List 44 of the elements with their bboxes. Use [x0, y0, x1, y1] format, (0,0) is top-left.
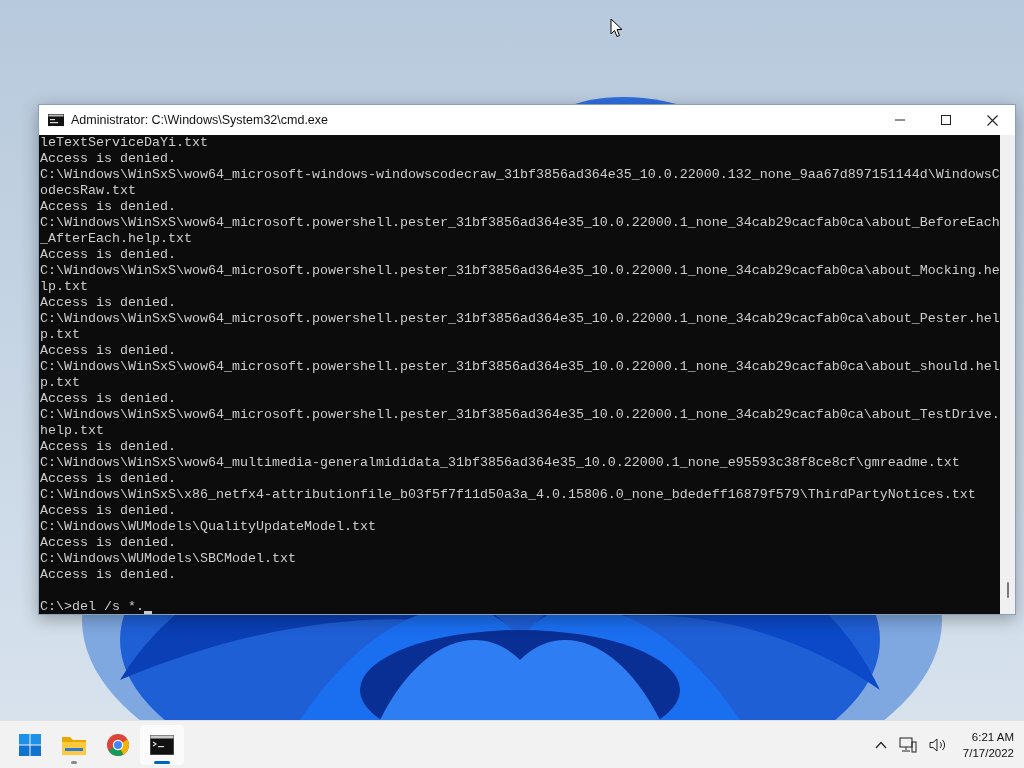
start-icon	[19, 733, 41, 756]
console-line: Access is denied.	[40, 151, 176, 167]
console-line: C:\Windows\WinSxS\wow64_microsoft.powershell.pester_31bf3856ad364e35_10.0.22000.1_none_34cab29cacfab0ca\about_Pester.hel	[40, 311, 1000, 327]
console-line: C:\Windows\WUModels\SBCModel.txt	[40, 551, 296, 567]
mouse-pointer-icon	[610, 18, 623, 38]
console-line: C:\Windows\WUModels\QualityUpdateModel.txt	[40, 519, 376, 535]
console-line: C:\Windows\WinSxS\wow64_multimedia-generalmididata_31bf3856ad364e35_10.0.22000.1_none_e95593c38f8ce8cf\gmreadme.txt	[40, 455, 960, 471]
console-line: Access is denied.	[40, 535, 176, 551]
console-line: _AfterEach.help.txt	[40, 231, 192, 247]
console-line: Access is denied.	[40, 295, 176, 311]
console-line: odecsRaw.txt	[40, 183, 136, 199]
running-indicator	[71, 760, 77, 764]
terminal-icon	[48, 114, 64, 126]
console-line: C:\Windows\WinSxS\wow64_microsoft.powershell.pester_31bf3856ad364e35_10.0.22000.1_none_34cab29cacfab0ca\about_should.hel	[40, 359, 1000, 375]
console-line: help.txt	[40, 423, 104, 439]
console-line: p.txt	[40, 327, 80, 343]
console-line: p.txt	[40, 375, 80, 391]
console-line: Access is denied.	[40, 343, 176, 359]
console-line: Access is denied.	[40, 247, 176, 263]
console-line: Access is denied.	[40, 439, 176, 455]
running-indicator	[154, 760, 170, 764]
console-line: leTextServiceDaYi.txt	[40, 135, 208, 151]
console-line: Access is denied.	[40, 391, 176, 407]
console-line: C:\Windows\WinSxS\wow64_microsoft.powershell.pester_31bf3856ad364e35_10.0.22000.1_none_34cab29cacfab0ca\about_Mocking.he	[40, 263, 1000, 279]
console-line: Access is denied.	[40, 567, 176, 583]
console-line: C:\Windows\WinSxS\wow64_microsoft-windows-windowscodecraw_31bf3856ad364e35_10.0.22000.132_none_9aa67d897151144d\WindowsC	[40, 167, 1000, 183]
console-line: Access is denied.	[40, 471, 176, 487]
browser-icon	[106, 732, 130, 757]
scrollbar-thumb[interactable]	[1006, 582, 1009, 598]
clock-date: 7/17/2022	[962, 745, 1014, 761]
console-line: C:\Windows\WinSxS\wow64_microsoft.powershell.pester_31bf3856ad364e35_10.0.22000.1_none_34cab29cacfab0ca\about_BeforeEach	[40, 215, 1000, 231]
close-icon	[986, 114, 998, 126]
command-prompt[interactable]: C:\>del /s *.	[40, 599, 144, 614]
window-title: Administrator: C:\Windows\System32\cmd.exe	[71, 113, 330, 127]
maximize-icon	[941, 115, 951, 125]
console-line: Access is denied.	[40, 503, 176, 519]
text-cursor	[144, 611, 152, 614]
console-line: C:\Windows\WinSxS\wow64_microsoft.powershell.pester_31bf3856ad364e35_10.0.22000.1_none_34cab29cacfab0ca\about_TestDrive.	[40, 407, 1000, 423]
console-line: lp.txt	[40, 279, 88, 295]
console-line: C:\Windows\WinSxS\x86_netfx4-attributionfile_b03f5f7f11d50a3a_4.0.15806.0_none_bdedeff16879f579\ThirdPartyNotices.txt	[40, 487, 976, 503]
terminal-icon	[150, 734, 174, 755]
taskbar-app-button[interactable]	[140, 724, 184, 765]
console-line: Access is denied.	[40, 199, 176, 215]
clock-time: 6:21 AM	[971, 729, 1014, 745]
